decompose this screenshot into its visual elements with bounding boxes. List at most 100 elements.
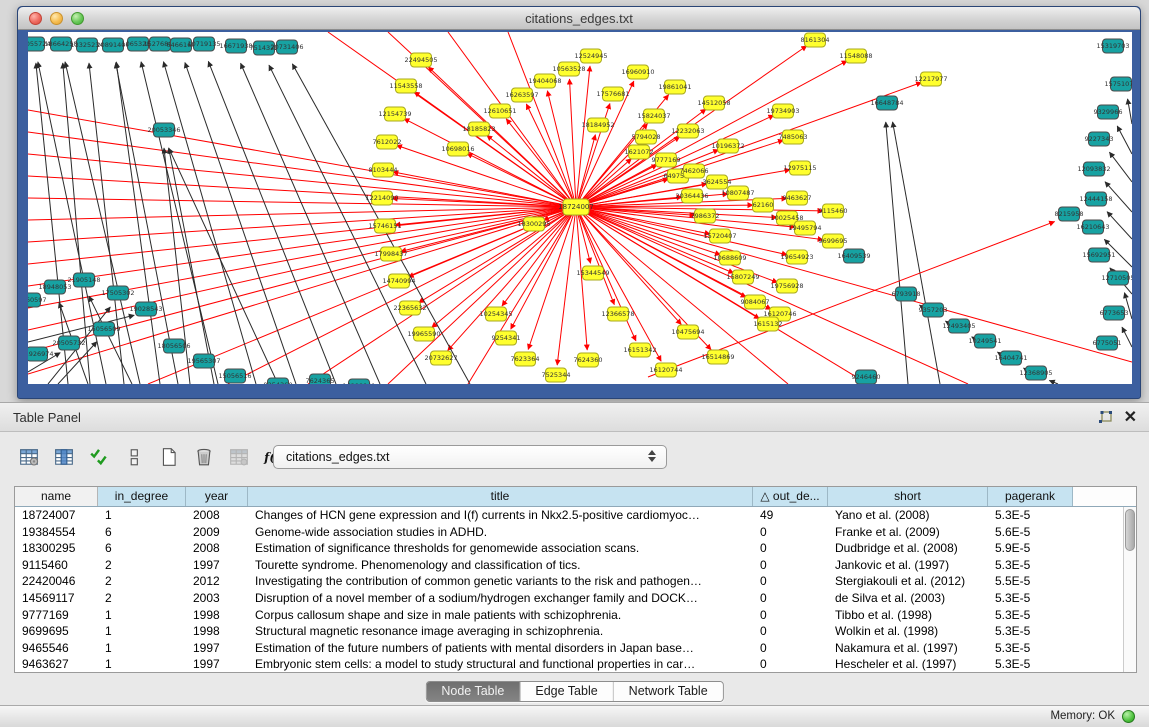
- graph-edge: [893, 122, 940, 384]
- graph-node-label: 18300295: [517, 220, 550, 228]
- new-object-button[interactable]: [154, 443, 184, 471]
- graph-node-label: 10563528: [552, 65, 585, 73]
- window-titlebar[interactable]: citations_edges.txt: [18, 7, 1140, 30]
- graph-node-label: 9246460: [852, 373, 881, 381]
- delete-selected-button[interactable]: [189, 443, 219, 471]
- graph-node-label: 17998437: [374, 250, 407, 258]
- tab-network-table[interactable]: Network Table: [614, 682, 723, 701]
- graph-node-label: 6773653: [1100, 309, 1129, 317]
- cell: de Silva et al. (2003): [828, 590, 988, 607]
- unselect-all-button[interactable]: [119, 443, 149, 471]
- close-panel-icon[interactable]: ✕: [1124, 407, 1137, 427]
- show-columns-icon: [54, 447, 74, 467]
- table-row[interactable]: 1938455462009Genome-wide association stu…: [15, 524, 1123, 541]
- table-row[interactable]: 946554611997Estimation of the future num…: [15, 640, 1123, 657]
- graph-node-label: 15751074: [1104, 80, 1132, 88]
- graph-edge: [163, 62, 256, 384]
- tab-node-table[interactable]: Node Table: [426, 682, 520, 701]
- column-header-short[interactable]: short: [828, 487, 988, 506]
- table-row[interactable]: 946362711997Embryonic stem cells: a mode…: [15, 656, 1123, 672]
- scrollbar-thumb[interactable]: [1125, 509, 1135, 551]
- graph-node-label: 16648784: [870, 99, 903, 107]
- graph-edge: [241, 63, 380, 384]
- graph-edge: [116, 63, 178, 384]
- graph-edge: [1107, 212, 1132, 239]
- delete-selected-icon: [194, 447, 214, 467]
- graph-node-label: 10249541: [968, 337, 1001, 345]
- select-all-button[interactable]: [84, 443, 114, 471]
- float-panel-icon[interactable]: [1097, 410, 1113, 426]
- cell: Estimation of the future numbers of pati…: [248, 640, 753, 657]
- graph-edge: [1049, 380, 1058, 384]
- column-header-year[interactable]: year: [186, 487, 248, 506]
- graph-node-label: 22365632: [393, 304, 426, 312]
- show-columns-button[interactable]: [49, 443, 79, 471]
- cell: 6: [98, 540, 186, 557]
- cell: 1997: [186, 557, 248, 574]
- cell: 1998: [186, 623, 248, 640]
- graph-edge: [1128, 99, 1132, 124]
- table-row[interactable]: 1830029562008Estimation of significance …: [15, 540, 1123, 557]
- graph-node-label: 7986372: [691, 212, 720, 220]
- table-row[interactable]: 969969511998Structural magnetic resonanc…: [15, 623, 1123, 640]
- cell: Tibbo et al. (1998): [828, 607, 988, 624]
- graph-node-label: 8215958: [1055, 210, 1084, 218]
- table-settings-button[interactable]: [14, 443, 44, 471]
- dropdown-arrows-icon: [648, 450, 656, 462]
- table-settings-icon: [19, 447, 39, 467]
- graph-edge: [1122, 327, 1132, 347]
- graph-node-label: 16404741: [994, 354, 1027, 362]
- table-selector-value: citations_edges.txt: [286, 450, 390, 464]
- unselect-all-icon: [124, 447, 144, 467]
- graph-edge: [28, 132, 576, 207]
- graph-edge: [1109, 152, 1132, 182]
- cell: 1997: [186, 640, 248, 657]
- cell: Stergiakouli et al. (2012): [828, 573, 988, 590]
- graph-node-label: 9463627: [783, 194, 812, 202]
- cell: 0: [753, 557, 828, 574]
- graph-node-label: 16671938: [219, 42, 252, 50]
- column-header-pagerank[interactable]: pagerank: [988, 487, 1073, 506]
- delete-table-button[interactable]: [224, 443, 254, 471]
- graph-node-label: 5794028: [632, 133, 661, 141]
- table-panel-body: f(x) citations_edges.txt namein_degreeye…: [0, 432, 1149, 705]
- graph-node-label: 15824037: [637, 112, 670, 120]
- column-header-out_de[interactable]: △ out_de...: [753, 487, 828, 506]
- graph-node-label: 10807487: [721, 189, 754, 197]
- cell: 1: [98, 507, 186, 524]
- cell: Disruption of a novel member of a sodium…: [248, 590, 753, 607]
- graph-node-label: 20505732: [52, 339, 85, 347]
- cell: 14569117: [15, 590, 98, 607]
- graph-node-label: 6775051: [1093, 339, 1122, 347]
- graph-node-label: 12710505: [1101, 274, 1132, 282]
- cell: 9463627: [15, 656, 98, 672]
- table-row[interactable]: 1872400712008Changes of HCN gene express…: [15, 507, 1123, 524]
- table-row[interactable]: 977716911998Corpus callosum shape and si…: [15, 607, 1123, 624]
- graph-node-label: 18184952: [581, 121, 614, 129]
- cell: 5.3E-5: [988, 557, 1073, 574]
- graph-node-label: 16120744: [649, 366, 682, 374]
- table-row[interactable]: 1456911722003Disruption of a novel membe…: [15, 590, 1123, 607]
- network-canvas[interactable]: 2105572418664258133252342089140610653287…: [28, 32, 1132, 384]
- cell: 9115460: [15, 557, 98, 574]
- table-selector-dropdown[interactable]: citations_edges.txt: [273, 445, 667, 469]
- vertical-scrollbar[interactable]: [1123, 507, 1136, 672]
- graph-node-label: 9699695: [819, 237, 848, 245]
- column-header-in_degree[interactable]: in_degree: [98, 487, 186, 506]
- table-row[interactable]: 911546021997Tourette syndrome. Phenomeno…: [15, 557, 1123, 574]
- cell: 1: [98, 656, 186, 672]
- cell: 0: [753, 590, 828, 607]
- graph-node-label: 10196372: [711, 142, 744, 150]
- citation-graph[interactable]: 2105572418664258133252342089140610653287…: [28, 32, 1132, 384]
- tab-edge-table[interactable]: Edge Table: [520, 682, 613, 701]
- graph-node-label: 14512058: [697, 99, 730, 107]
- table-row[interactable]: 2242004622012Investigating the contribut…: [15, 573, 1123, 590]
- graph-node-label: 15807249: [726, 273, 759, 281]
- column-header-title[interactable]: title: [248, 487, 753, 506]
- graph-node-label: 8103444: [369, 166, 398, 174]
- graph-node-label: 9254360: [264, 381, 293, 384]
- graph-node-label: 7624360: [574, 356, 603, 364]
- cell: Investigating the contribution of common…: [248, 573, 753, 590]
- column-header-name[interactable]: name: [15, 487, 98, 506]
- cell: 0: [753, 623, 828, 640]
